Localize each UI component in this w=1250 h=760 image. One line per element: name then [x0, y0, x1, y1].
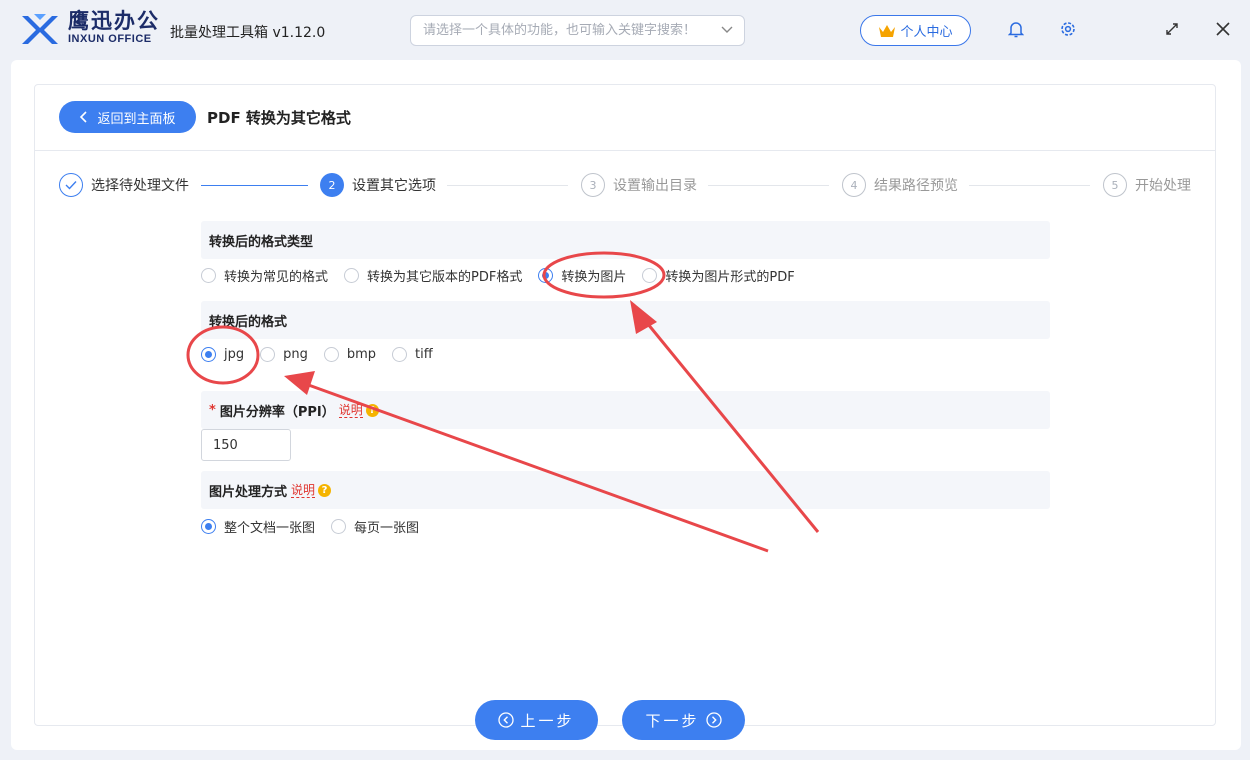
chevron-down-icon[interactable]: [720, 22, 734, 36]
resolution-explain-link[interactable]: 说明: [338, 403, 363, 418]
brand: 鹰迅办公 INXUN OFFICE: [68, 9, 160, 45]
radio-label: 每页一张图: [354, 521, 420, 536]
radio-dot[interactable]: [323, 347, 339, 362]
circle-chevron-left-icon: [498, 712, 515, 728]
required-mark: *: [209, 402, 216, 418]
section-title: 图片处理方式: [209, 484, 288, 500]
chevron-left-icon: [80, 111, 88, 123]
radio-dot[interactable]: [538, 268, 554, 283]
step-check-icon: [59, 173, 83, 197]
radio-bmp[interactable]: bmp: [323, 347, 377, 362]
step-result-preview: 4 结果路径预览: [842, 173, 958, 197]
format-type-heading: 转换后的格式类型: [201, 221, 1050, 259]
output-format-heading: 转换后的格式: [201, 301, 1050, 339]
resolution-input[interactable]: [201, 429, 291, 461]
radio-to-image[interactable]: 转换为图片: [538, 266, 626, 285]
resolution-heading: * 图片分辨率（PPI） 说明 ?: [201, 391, 1050, 429]
radio-image-pdf[interactable]: 转换为图片形式的PDF: [642, 266, 795, 285]
title-bar: 鹰迅办公 INXUN OFFICE 批量处理工具箱 v1.12.0 个人中心: [0, 0, 1250, 60]
step-select-files: 选择待处理文件: [59, 173, 189, 197]
settings-button[interactable]: [1057, 18, 1079, 40]
bell-icon: [1008, 22, 1024, 38]
image-mode-options: 整个文档一张图 每页一张图: [201, 517, 435, 536]
brand-name-en: INXUN OFFICE: [68, 33, 152, 45]
section-title: 转换后的格式: [209, 314, 288, 330]
step-number: 5: [1103, 173, 1127, 197]
help-icon[interactable]: ?: [318, 483, 332, 497]
close-button[interactable]: [1212, 18, 1234, 40]
close-icon: [1216, 22, 1230, 36]
back-to-dashboard-button[interactable]: 返回到主面板: [59, 101, 196, 133]
page-title: PDF 转换为其它格式: [207, 109, 351, 127]
step-label: 结果路径预览: [874, 178, 958, 194]
maximize-icon: [1166, 23, 1178, 35]
step-connector: [201, 185, 308, 186]
step-number: 2: [320, 173, 344, 197]
radio-label: 转换为其它版本的PDF格式: [367, 270, 523, 285]
back-label: 返回到主面板: [97, 111, 176, 127]
step-number: 3: [581, 173, 605, 197]
step-connector: [447, 185, 568, 186]
step-label: 设置输出目录: [613, 178, 697, 194]
function-search[interactable]: [410, 15, 745, 46]
format-type-options: 转换为常见的格式 转换为其它版本的PDF格式 转换为图片 转换为图片形式的PDF: [201, 266, 811, 285]
radio-label: tiff: [415, 347, 433, 362]
maximize-button[interactable]: [1161, 18, 1183, 40]
radio-per-page[interactable]: 每页一张图: [331, 517, 419, 536]
radio-label: 整个文档一张图: [224, 521, 316, 536]
section-title: 转换后的格式类型: [209, 234, 314, 250]
step-label: 选择待处理文件: [91, 178, 189, 194]
image-mode-explain-link[interactable]: 说明: [291, 483, 316, 498]
radio-dot[interactable]: [344, 268, 360, 283]
brand-name-cn: 鹰迅办公: [68, 9, 160, 33]
inxun-logo-icon: [22, 14, 58, 44]
radio-dot[interactable]: [201, 347, 216, 362]
radio-png[interactable]: png: [260, 347, 308, 362]
circle-chevron-right-icon: [705, 712, 722, 728]
section-title: 图片分辨率（PPI）: [219, 404, 335, 420]
radio-label: jpg: [224, 347, 245, 362]
step-connector: [708, 185, 829, 186]
step-number: 4: [842, 173, 866, 197]
radio-label: bmp: [346, 347, 377, 362]
next-label: 下一步: [645, 711, 700, 730]
radio-dot[interactable]: [392, 347, 408, 362]
output-format-options: jpg png bmp tiff: [201, 347, 449, 362]
next-step-button[interactable]: 下一步: [622, 700, 745, 740]
radio-label: 转换为图片形式的PDF: [665, 270, 795, 285]
radio-common-format[interactable]: 转换为常见的格式: [201, 266, 328, 285]
step-output-dir: 3 设置输出目录: [581, 173, 697, 197]
previous-label: 上一步: [520, 711, 575, 730]
step-label: 开始处理: [1135, 178, 1191, 194]
user-center-button[interactable]: 个人中心: [860, 15, 971, 46]
crown-icon: [879, 24, 896, 37]
notification-button[interactable]: [1005, 18, 1027, 40]
radio-jpg[interactable]: jpg: [201, 347, 244, 362]
step-connector: [969, 185, 1090, 186]
step-start-processing: 5 开始处理: [1103, 173, 1191, 197]
user-center-label: 个人中心: [900, 25, 953, 40]
image-mode-heading: 图片处理方式 说明 ?: [201, 471, 1050, 509]
radio-label: 转换为常见的格式: [224, 270, 329, 285]
previous-step-button[interactable]: 上一步: [475, 700, 598, 740]
radio-dot[interactable]: [201, 268, 216, 283]
radio-dot[interactable]: [331, 519, 347, 534]
help-icon[interactable]: ?: [365, 403, 379, 417]
radio-label: png: [283, 347, 308, 362]
divider: [35, 150, 1215, 151]
radio-dot[interactable]: [642, 268, 658, 283]
radio-dot[interactable]: [260, 347, 276, 362]
app-title: 批量处理工具箱 v1.12.0: [170, 25, 326, 41]
radio-dot[interactable]: [201, 519, 216, 534]
step-other-options: 2 设置其它选项: [320, 173, 436, 197]
radio-tiff[interactable]: tiff: [392, 347, 433, 362]
radio-pdf-version[interactable]: 转换为其它版本的PDF格式: [344, 266, 522, 285]
step-label: 设置其它选项: [352, 178, 436, 194]
search-input[interactable]: [423, 16, 713, 45]
radio-whole-document[interactable]: 整个文档一张图: [201, 517, 315, 536]
gear-icon: [1061, 22, 1075, 36]
radio-label: 转换为图片: [561, 270, 627, 285]
